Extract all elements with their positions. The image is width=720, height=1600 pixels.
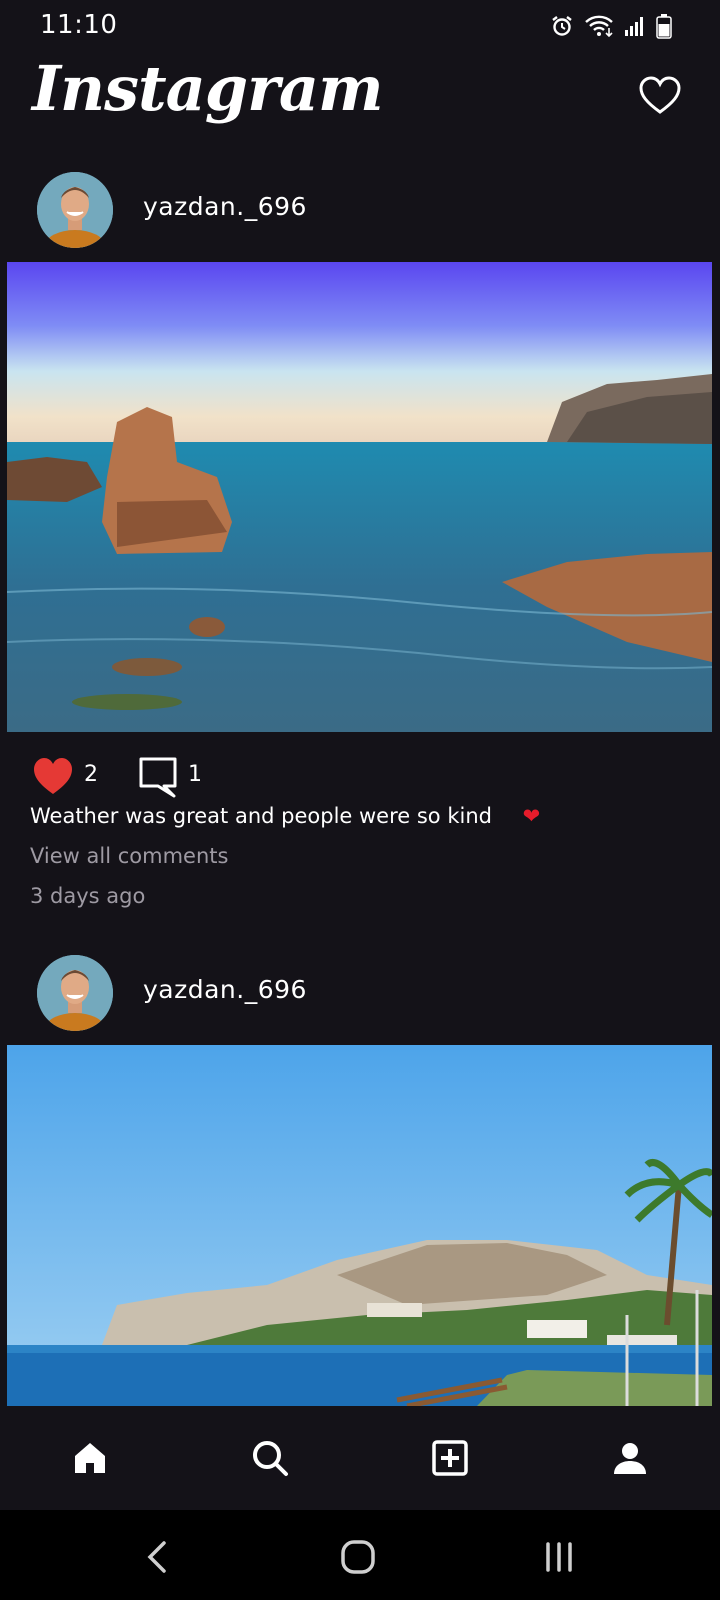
caption-text: Weather was great and people were so kin… [30, 804, 492, 828]
post-image[interactable] [7, 262, 712, 732]
system-nav [0, 1510, 720, 1600]
avatar[interactable] [37, 172, 113, 248]
wifi-icon [585, 15, 613, 38]
heart-outline-icon[interactable] [638, 74, 682, 118]
avatar[interactable] [37, 955, 113, 1031]
add-post-icon[interactable] [432, 1440, 468, 1476]
signal-icon [625, 17, 643, 36]
battery-icon [656, 14, 672, 39]
nav-home-icon[interactable] [68, 1436, 112, 1480]
search-icon[interactable] [251, 1439, 289, 1477]
recents-button[interactable] [534, 1532, 584, 1582]
comment-count: 1 [188, 762, 202, 787]
post-username[interactable]: yazdan._696 [143, 975, 307, 1004]
status-bar: 11:10 [0, 0, 720, 50]
app-header: Instagram [0, 50, 720, 150]
view-comments-link[interactable]: View all comments [30, 844, 228, 868]
post-image[interactable] [7, 1045, 712, 1406]
alarm-icon [552, 16, 572, 36]
post: yazdan._696 [0, 172, 720, 908]
like-count: 2 [84, 762, 98, 787]
home-circle-icon[interactable] [340, 1539, 376, 1575]
post: yazdan._696 [0, 955, 720, 1406]
profile-icon[interactable] [613, 1441, 647, 1475]
post-timestamp: 3 days ago [30, 884, 146, 908]
post-username[interactable]: yazdan._696 [143, 192, 307, 221]
bottom-nav [0, 1406, 720, 1510]
back-icon[interactable] [144, 1540, 170, 1574]
nav-profile-icon[interactable] [608, 1436, 652, 1480]
comment-icon[interactable] [138, 756, 178, 798]
back-button[interactable] [132, 1532, 182, 1582]
recents-icon[interactable] [542, 1540, 576, 1574]
post-caption: Weather was great and people were so kin… [30, 804, 540, 828]
post-header[interactable]: yazdan._696 [0, 955, 720, 1043]
heart-filled-icon[interactable] [32, 756, 74, 796]
post-header[interactable]: yazdan._696 [0, 172, 720, 260]
caption-heart-emoji: ❤ [522, 804, 541, 828]
status-time: 11:10 [40, 10, 118, 40]
app-logo: Instagram [32, 52, 384, 125]
post-actions: 2 1 [30, 752, 690, 802]
nav-add-icon[interactable] [428, 1436, 472, 1480]
home-button[interactable] [333, 1532, 383, 1582]
nav-search-icon[interactable] [248, 1436, 292, 1480]
home-icon[interactable] [72, 1440, 108, 1476]
status-icons [550, 12, 672, 40]
